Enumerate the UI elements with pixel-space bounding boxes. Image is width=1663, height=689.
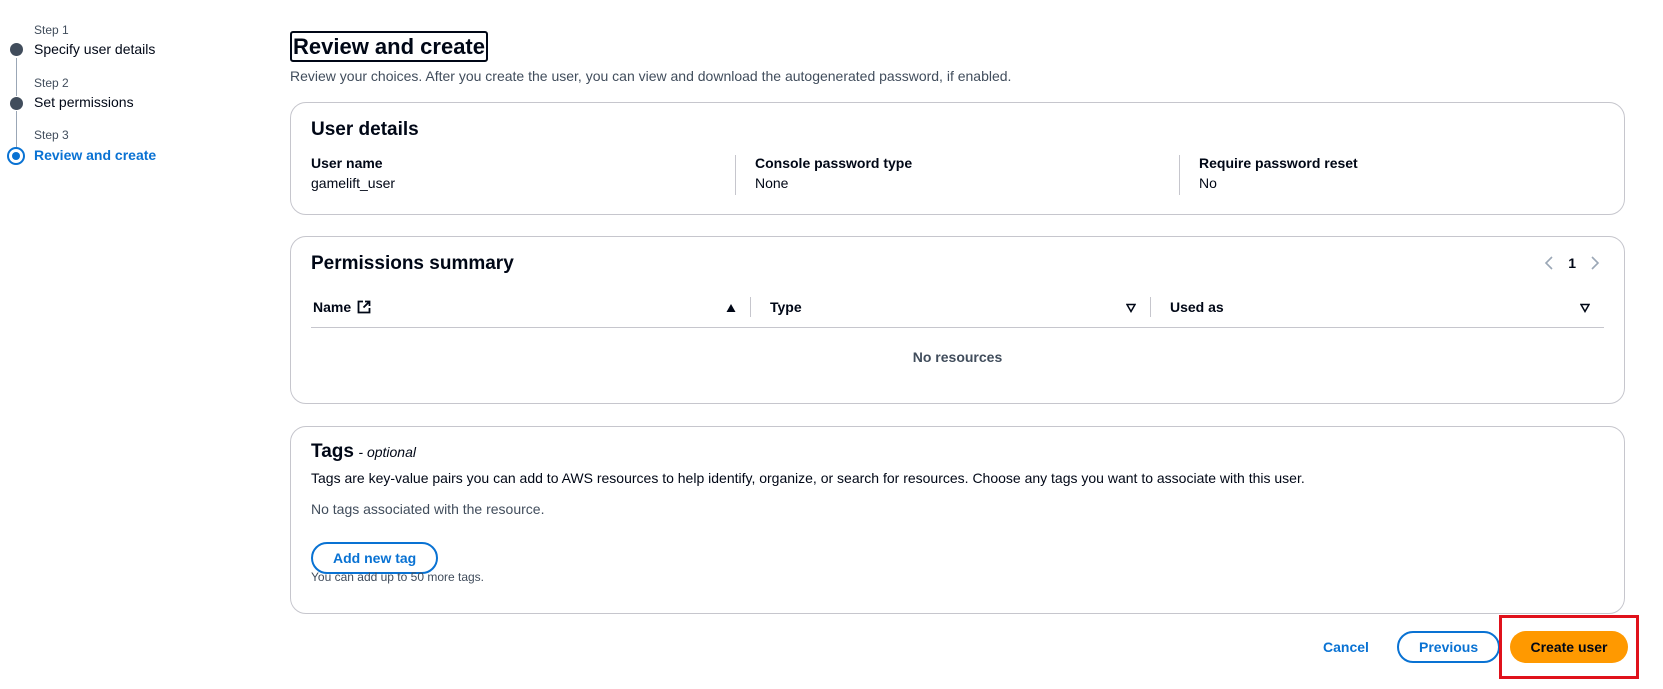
empty-state-message: No resources [912,349,1003,365]
column-divider [735,155,736,195]
step-number: Step 2 [34,76,69,90]
column-header-label: Used as [1170,299,1224,315]
field-label: Console password type [755,155,913,171]
chevron-right-icon[interactable] [1590,256,1600,270]
pagination: 1 [1544,255,1600,271]
stepper-connector [16,58,17,96]
column-divider[interactable] [750,297,751,317]
page-description: Review your choices. After you create th… [290,68,1012,84]
tags-limit-hint: You can add up to 50 more tags. [311,570,485,584]
step-label[interactable]: Set permissions [34,94,134,110]
step-label[interactable]: Specify user details [34,41,155,57]
tags-heading: Tags - optional [311,441,416,463]
sort-ascending-icon[interactable] [726,303,736,313]
sort-unsorted-icon[interactable] [1580,303,1590,313]
tags-heading-text: Tags [311,441,354,462]
column-divider[interactable] [1150,297,1151,317]
console-password-type-field: Console password type None [755,155,912,191]
optional-label: - optional [358,444,416,460]
step-number: Step 1 [34,23,69,37]
step-indicator-icon [10,97,23,110]
table-header-rule [311,327,1604,328]
column-header-label: Type [770,299,802,315]
previous-button[interactable]: Previous [1397,631,1501,663]
user-details-heading: User details [311,119,419,140]
permissions-summary-heading: Permissions summary [311,253,514,274]
sort-unsorted-icon[interactable] [1126,303,1136,313]
stepper-connector [16,111,17,148]
step-label: Review and create [34,147,157,163]
cancel-button[interactable]: Cancel [1313,631,1379,663]
tags-container: Tags - optional Tags are key-value pairs… [290,426,1625,614]
tags-empty-message: No tags associated with the resource. [311,501,545,517]
iam-create-user-page: Step 1 Specify user details Step 2 Set p… [0,0,1663,689]
require-password-reset-field: Require password reset No [1199,155,1358,191]
user-details-container: User details User name gamelift_user Con… [290,102,1625,215]
column-header-type[interactable]: Type [770,299,802,315]
column-header-label: Name [313,299,352,315]
user-name-field: User name gamelift_user [311,155,395,191]
step-number: Step 3 [34,128,69,142]
highlight-box [1499,615,1639,679]
step-indicator-icon [10,43,23,56]
field-value: None [755,175,789,191]
column-divider [1179,155,1180,195]
field-label: Require password reset [1199,155,1358,171]
external-link-icon [357,300,371,314]
tags-description: Tags are key-value pairs you can add to … [311,470,1305,486]
column-header-name[interactable]: Name [313,299,371,315]
permissions-summary-container: Permissions summary 1 Name Type Used as … [290,236,1625,404]
column-header-used-as[interactable]: Used as [1170,299,1224,315]
field-label: User name [311,155,383,171]
field-value: gamelift_user [311,175,396,191]
page-number[interactable]: 1 [1568,255,1576,271]
page-title: Review and create [290,31,488,62]
field-value: No [1199,175,1217,191]
step-active-indicator-icon [7,147,25,165]
chevron-left-icon[interactable] [1544,256,1554,270]
